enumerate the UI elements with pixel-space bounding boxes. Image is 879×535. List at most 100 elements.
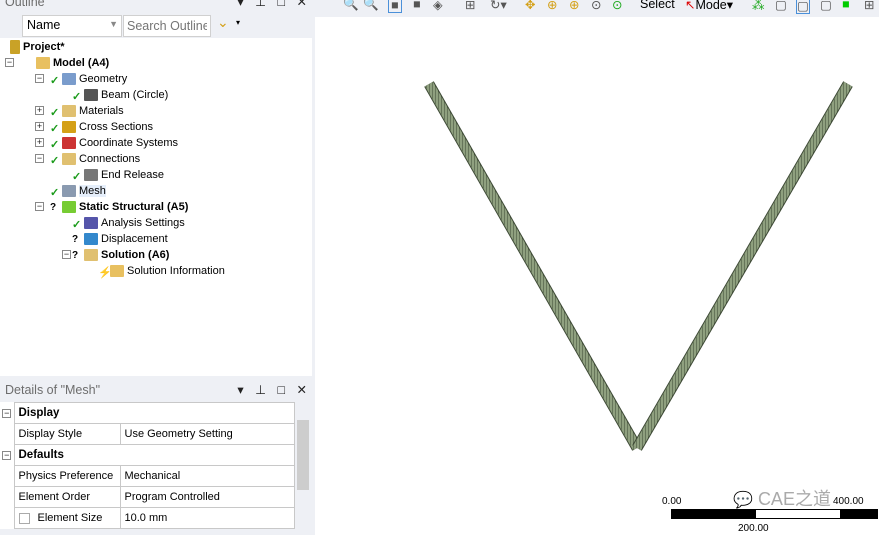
scale-label-mid: 200.00 — [738, 523, 769, 534]
graphics-toolbar: 🔍 🔍 ■ ■ ◈ ⊞ ↻▾ ✥ ⊕ ⊕ ⊙ ⊙ Select ↖Mode▾ ⁂… — [315, 0, 879, 17]
project-icon — [10, 40, 20, 55]
collapse-icon[interactable]: − — [2, 451, 12, 460]
parameter-checkbox[interactable] — [18, 512, 30, 524]
tree-item[interactable]: Cross Sections — [62, 119, 153, 135]
expand-icon[interactable]: + — [35, 106, 44, 115]
graphics-viewport[interactable]: 0.00 400.00 200.00 💬 CAE之道 — [315, 17, 879, 535]
zoom-box-icon[interactable]: ⊙ — [591, 0, 601, 12]
expand-icon[interactable]: + — [35, 138, 44, 147]
select-edge-icon[interactable]: ▢ — [796, 0, 810, 14]
group-row-defaults[interactable]: − Defaults — [0, 444, 295, 466]
outline-title-bar: Outline ▾ ⊥ □ ✕ — [0, 0, 315, 11]
tree-item-label: Solution Information — [127, 265, 225, 277]
group-row-display[interactable]: − Display — [0, 402, 295, 424]
select-mesh-icon[interactable]: ⁂ — [752, 0, 765, 12]
tree-item[interactable]: Analysis Settings — [84, 215, 185, 231]
tree-item-label: Displacement — [101, 233, 168, 245]
mesh-geometry — [424, 81, 853, 451]
coordinate-systems-icon — [62, 137, 76, 150]
tree-item[interactable]: Project* — [10, 39, 65, 55]
chevron-down-icon[interactable]: ⌄ — [217, 14, 229, 31]
zoom-fit-all-icon[interactable]: ⊙ — [612, 0, 622, 12]
tree-item-label: Static Structural (A5) — [79, 201, 189, 213]
materials-icon — [62, 105, 76, 118]
zoom-icon[interactable]: ⊕ — [547, 0, 557, 12]
tree-item-label: Solution (A6) — [101, 249, 170, 261]
collapse-icon[interactable]: − — [35, 74, 44, 83]
cursor-icon: ↖ — [685, 0, 696, 12]
solid-view-icon[interactable]: ■ — [388, 0, 402, 13]
panel-controls[interactable]: ▾ ⊥ □ ✕ — [237, 381, 311, 399]
details-title: Details of "Mesh" — [5, 383, 101, 397]
tree-item[interactable]: Geometry — [62, 71, 127, 87]
tree-item[interactable]: Mesh — [62, 183, 106, 199]
connections-icon — [62, 153, 76, 166]
static-structural-icon — [62, 201, 76, 214]
more-dropdown-icon[interactable]: ▾ — [236, 18, 240, 27]
collapse-icon[interactable]: − — [62, 250, 71, 259]
outline-tree: Project* Model (A4) − Geometry − ✓ Beam (Circl… — [0, 38, 312, 376]
property-row[interactable]: Physics Preference Mechanical — [0, 465, 295, 487]
property-row[interactable]: Element Order Program Controlled — [0, 486, 295, 508]
tree-item-label: Connections — [79, 153, 141, 165]
property-row[interactable]: Display Style Use Geometry Setting — [0, 423, 295, 445]
select-element-icon[interactable]: ⊞ — [864, 0, 874, 12]
select-face-icon[interactable]: ▢ — [820, 0, 832, 12]
property-row[interactable]: Element Size 10.0 mm — [0, 507, 295, 529]
grid-icon[interactable]: ⊞ — [465, 0, 475, 12]
collapse-icon[interactable]: − — [35, 154, 44, 163]
select-body-icon[interactable]: ■ — [842, 0, 850, 11]
scale-label-end: 400.00 — [833, 496, 864, 507]
tree-item-label: Analysis Settings — [101, 217, 185, 229]
check-icon: ✓ — [50, 123, 60, 135]
check-icon: ✓ — [50, 139, 60, 151]
tree-item-label: Geometry — [79, 73, 128, 85]
tree-item[interactable]: Displacement — [84, 231, 168, 247]
geometry-icon — [62, 73, 76, 86]
tree-item-label: Model (A4) — [53, 57, 110, 69]
tree-item[interactable]: Beam (Circle) — [84, 87, 168, 103]
select-vertex-icon[interactable]: ▢ — [775, 0, 787, 12]
cross-sections-icon — [62, 121, 76, 134]
expand-icon[interactable]: + — [35, 122, 44, 131]
tree-item[interactable]: End Release — [84, 167, 164, 183]
mode-button[interactable]: ↖Mode▾ — [685, 0, 733, 12]
solution-icon — [84, 249, 98, 262]
pan-icon[interactable]: ✥ — [525, 0, 535, 12]
tree-item[interactable]: Materials — [62, 103, 124, 119]
wireframe-icon[interactable]: ◈ — [433, 0, 443, 12]
zoom-in-icon[interactable]: ⊕ — [569, 0, 579, 12]
select-button[interactable]: Select — [640, 0, 675, 11]
shaded-icon[interactable]: ■ — [413, 0, 421, 11]
beam-icon — [84, 89, 98, 102]
zoom-fit-icon[interactable]: 🔍 — [343, 0, 359, 12]
check-icon: ✓ — [50, 187, 60, 199]
question-icon: ? — [72, 250, 79, 261]
collapse-icon[interactable]: − — [35, 202, 44, 211]
scale-label-start: 0.00 — [662, 496, 682, 507]
search-outline-input[interactable] — [123, 15, 211, 37]
panel-controls[interactable]: ▾ ⊥ □ ✕ — [237, 0, 311, 11]
check-icon: ✓ — [72, 91, 82, 103]
zoom-out-icon[interactable]: 🔍 — [363, 0, 379, 12]
tree-item-label: Project* — [23, 41, 65, 53]
collapse-icon[interactable]: − — [2, 409, 12, 418]
end-release-icon — [84, 169, 98, 182]
tree-item[interactable]: Solution (A6) — [84, 247, 169, 263]
tree-item[interactable]: Coordinate Systems — [62, 135, 178, 151]
tree-item-label: End Release — [101, 169, 164, 181]
tree-item[interactable]: Static Structural (A5) — [62, 199, 188, 215]
dropdown-arrow-icon: ▼ — [109, 19, 118, 29]
check-icon: ✓ — [50, 107, 60, 119]
tree-item[interactable]: Model (A4) — [36, 55, 109, 71]
rotate-icon[interactable]: ↻▾ — [490, 0, 507, 12]
scrollbar-thumb[interactable] — [297, 420, 309, 490]
model-icon — [36, 57, 50, 70]
tree-item[interactable]: Connections — [62, 151, 140, 167]
details-scrollbar[interactable] — [296, 402, 311, 535]
tree-item[interactable]: Solution Information — [110, 263, 225, 279]
collapse-icon[interactable]: − — [5, 58, 14, 67]
name-filter-select[interactable]: Name ▼ — [22, 15, 122, 37]
details-table: − Display Display Style Use Geometry Setti… — [0, 402, 295, 529]
lightning-icon: ⚡ — [98, 267, 112, 279]
